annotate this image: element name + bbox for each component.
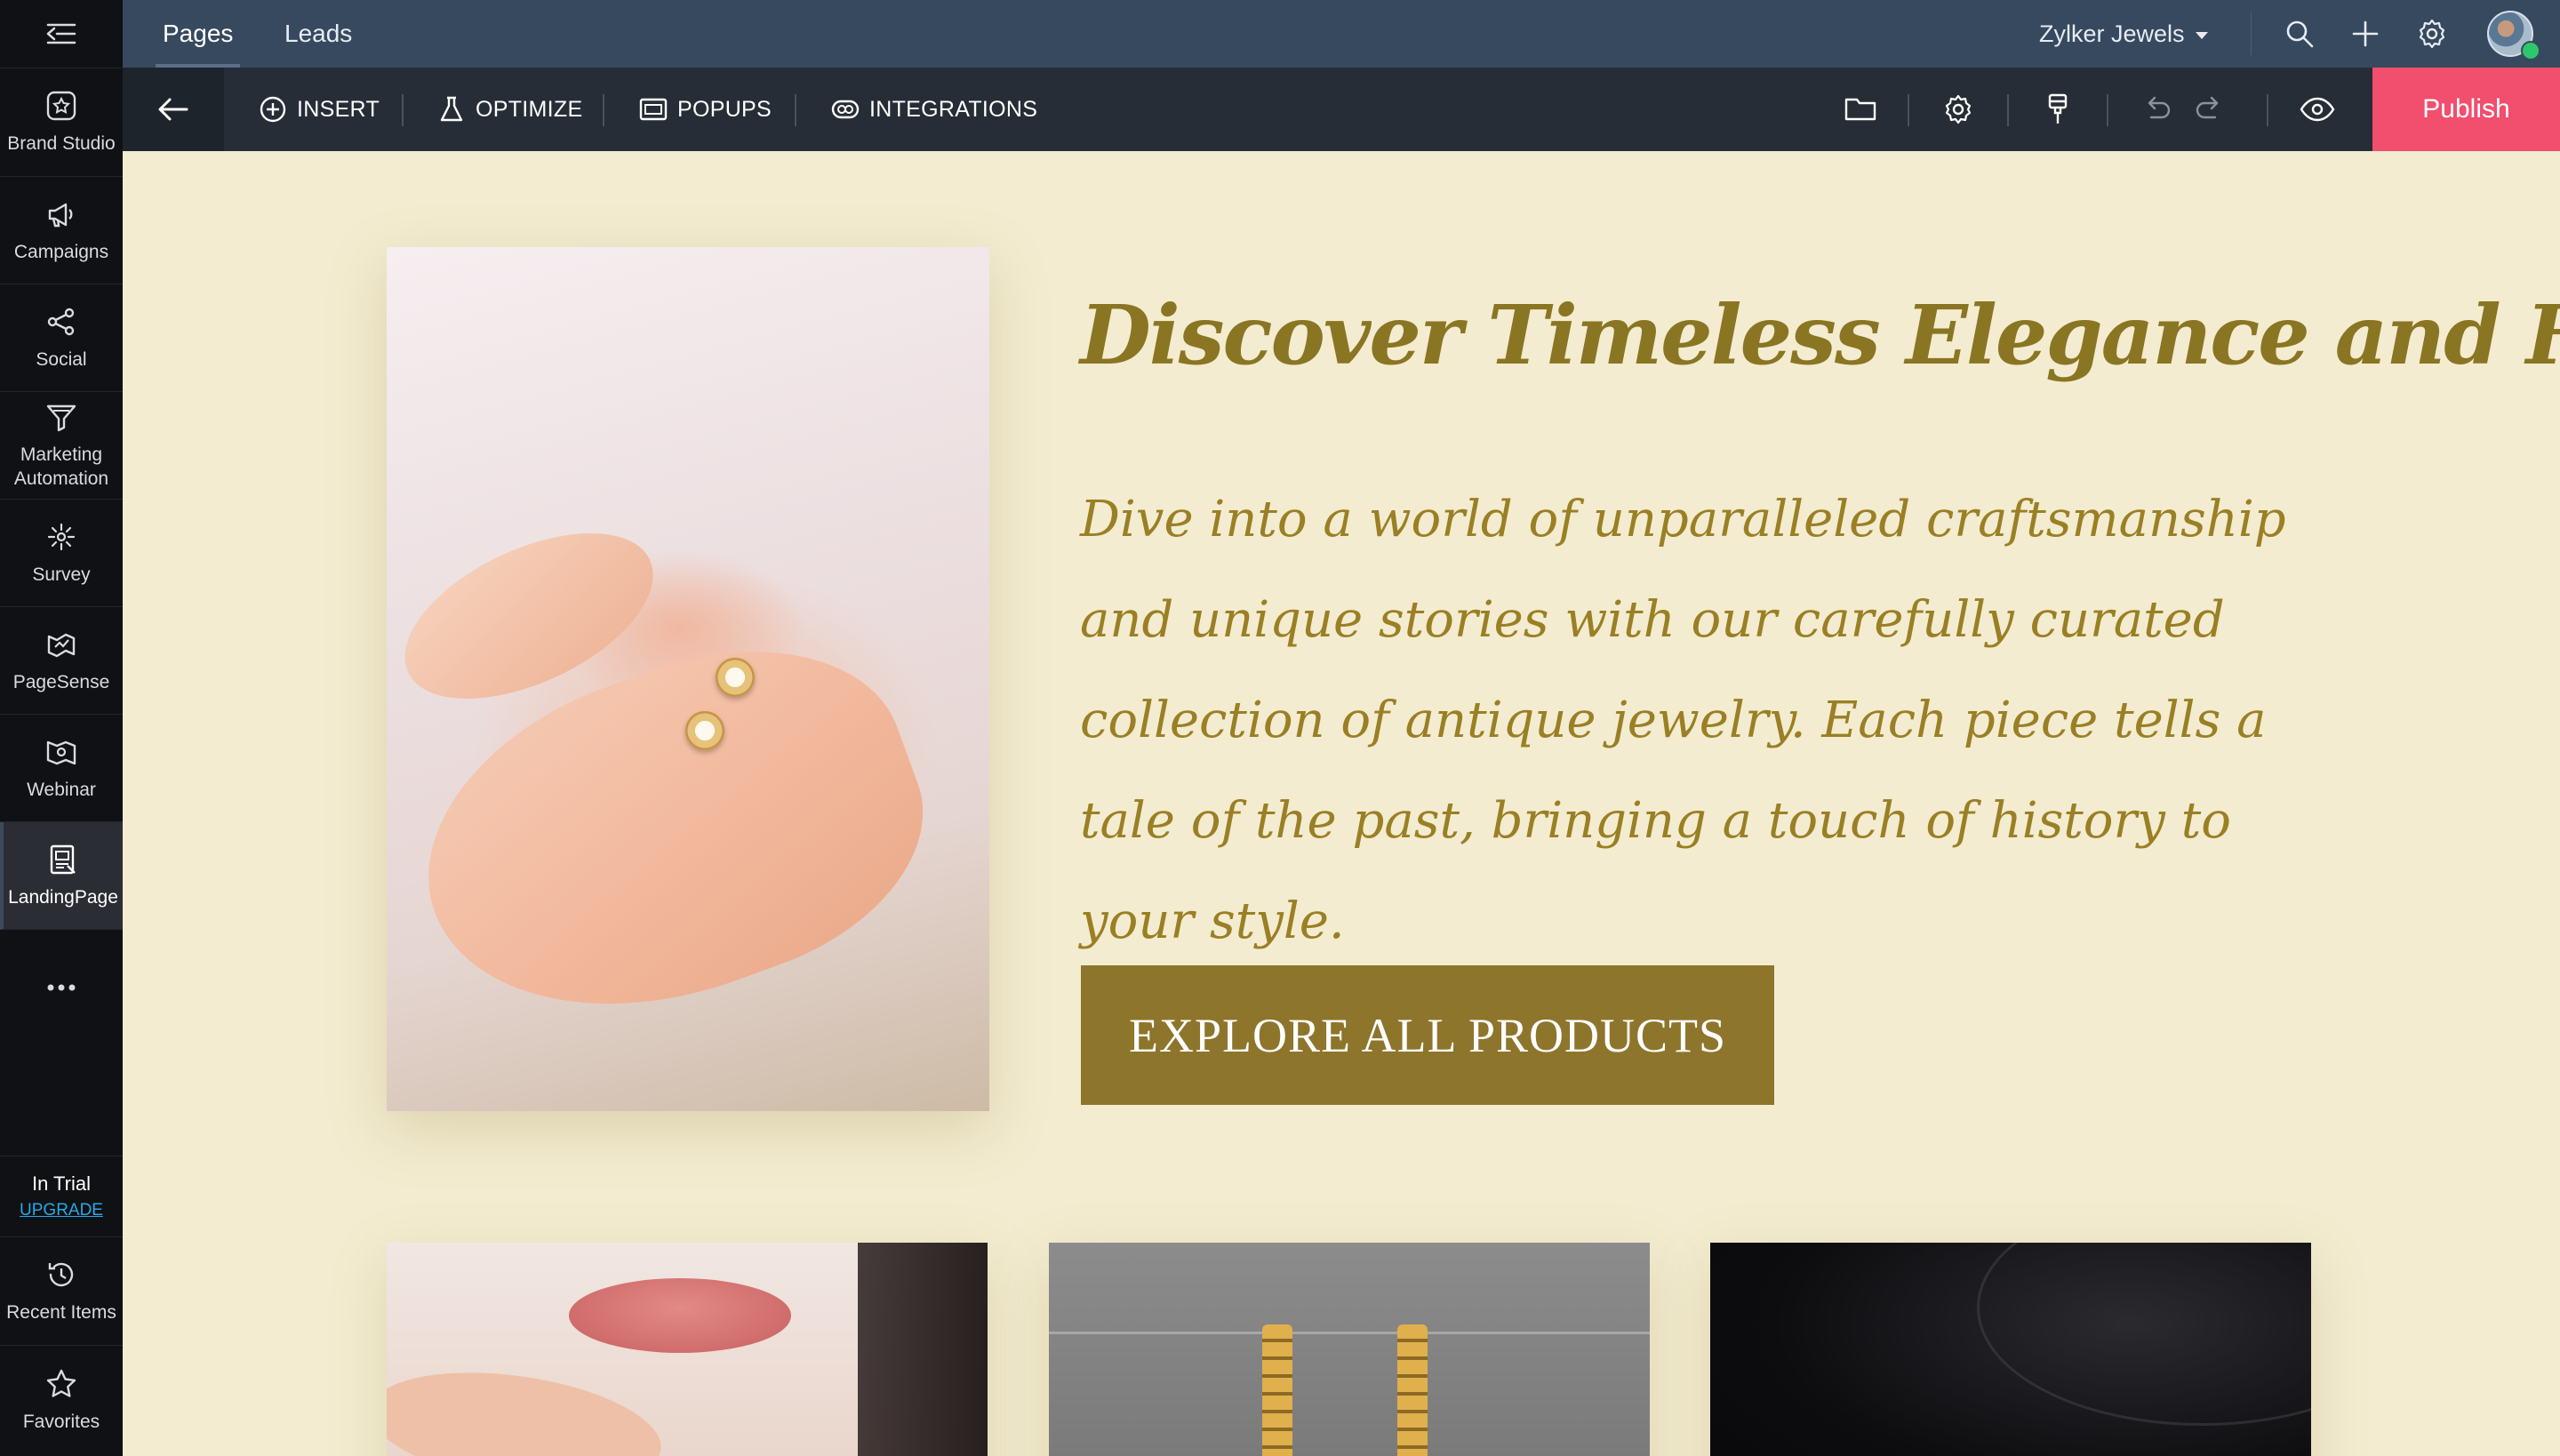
folder-icon[interactable]: [1842, 91, 1879, 128]
back-button[interactable]: [123, 68, 224, 151]
add-icon[interactable]: [2348, 17, 2382, 51]
sidebar-item-survey[interactable]: Survey: [0, 500, 123, 607]
page-settings-icon[interactable]: [1940, 91, 1977, 128]
star-icon: [44, 1367, 78, 1401]
sidebar-item-label: Social: [36, 348, 87, 370]
brand-studio-icon: [44, 89, 78, 123]
toolbar-divider: [1908, 94, 1909, 126]
integrations-button[interactable]: INTEGRATIONS: [830, 68, 1037, 151]
preview-eye-icon[interactable]: [2299, 91, 2336, 128]
toolbar-divider: [402, 94, 404, 126]
lips-shape: [569, 1278, 791, 1353]
sidebar-item-marketing-automation[interactable]: Marketing Automation: [0, 392, 123, 500]
online-status-dot: [2521, 41, 2540, 60]
dark-ring-shape: [1977, 1243, 2311, 1426]
display-wire: [1049, 1332, 1650, 1334]
toolbar-divider: [795, 94, 796, 126]
funnel-icon: [44, 400, 78, 434]
product-image-lips[interactable]: [387, 1243, 988, 1456]
left-sidebar: Brand Studio Campaigns Social Marketing …: [0, 0, 123, 1456]
popup-icon: [639, 98, 668, 121]
upgrade-link[interactable]: UPGRADE: [20, 1201, 103, 1220]
top-header: Pages Leads Zylker Jewels: [123, 0, 2560, 68]
arrow-left-icon: [158, 98, 188, 121]
sidebar-item-label: LandingPage: [8, 886, 118, 908]
org-name: Zylker Jewels: [2039, 20, 2185, 47]
integrations-icon: [831, 100, 860, 119]
sidebar-item-label: Marketing Automation: [13, 444, 109, 489]
toolbar-divider: [2267, 94, 2268, 126]
popups-label: POPUPS: [677, 96, 772, 122]
sidebar-item-recent-items[interactable]: Recent Items: [0, 1237, 123, 1346]
sidebar-item-label: Survey: [32, 564, 91, 585]
tab-pages[interactable]: Pages: [155, 0, 241, 68]
hero-image[interactable]: [387, 247, 989, 1111]
sidebar-item-social[interactable]: Social: [0, 284, 123, 392]
undo-icon[interactable]: [2139, 91, 2176, 128]
sidebar-item-label: Campaigns: [13, 241, 109, 262]
sidebar-item-label: PageSense: [12, 671, 110, 692]
popups-button[interactable]: POPUPS: [638, 68, 772, 151]
tab-leads[interactable]: Leads: [284, 0, 352, 68]
trial-status: In Trial UPGRADE: [0, 1156, 123, 1237]
sidebar-item-label: Brand Studio: [7, 133, 116, 154]
sidebar-item-pagesense[interactable]: PageSense: [0, 607, 123, 715]
publish-button[interactable]: Publish: [2372, 68, 2560, 151]
sidebar-item-campaigns[interactable]: Campaigns: [0, 177, 123, 284]
finger-shape: [387, 1356, 668, 1456]
style-brush-icon[interactable]: [2039, 91, 2076, 128]
toolbar-divider: [603, 94, 604, 126]
settings-gear-icon[interactable]: [2415, 17, 2449, 51]
sidebar-item-label: Favorites: [22, 1411, 100, 1432]
landing-page-icon: [46, 843, 80, 876]
webinar-icon: [44, 735, 78, 769]
product-image-chains[interactable]: [1049, 1243, 1650, 1456]
insert-label: INSERT: [297, 96, 380, 122]
flask-icon: [440, 96, 463, 122]
share-icon: [44, 305, 78, 339]
sidebar-item-favorites[interactable]: Favorites: [0, 1346, 123, 1454]
caret-down-icon: [2195, 32, 2208, 39]
gold-chain: [1262, 1324, 1292, 1456]
menu-collapse-icon: [46, 23, 76, 44]
earring-image: [685, 711, 724, 750]
search-icon[interactable]: [2283, 17, 2316, 51]
more-icon: [47, 984, 76, 991]
plus-circle-icon: [260, 96, 286, 123]
toolbar-divider: [2007, 94, 2009, 126]
gold-chain: [1397, 1324, 1428, 1456]
hero-description[interactable]: Dive into a world of unparalleled crafts…: [1080, 469, 2342, 972]
toolbar-divider: [2107, 94, 2108, 126]
sidebar-item-webinar[interactable]: Webinar: [0, 715, 123, 822]
optimize-button[interactable]: OPTIMIZE: [436, 68, 582, 151]
editor-toolbar: INSERT OPTIMIZE POPUPS INTEGRATIONS Publ…: [123, 68, 2560, 151]
explore-products-button[interactable]: EXPLORE ALL PRODUCTS: [1081, 965, 1774, 1105]
megaphone-icon: [44, 197, 78, 231]
sidebar-item-label: Recent Items: [6, 1302, 116, 1323]
insert-button[interactable]: INSERT: [258, 68, 380, 151]
optimize-label: OPTIMIZE: [476, 96, 583, 122]
product-image-dark[interactable]: [1710, 1243, 2311, 1456]
menu-collapse-button[interactable]: [0, 0, 123, 68]
hero-headline[interactable]: Discover Timeless Elegance and History: [1080, 286, 2560, 384]
sidebar-item-brand-studio[interactable]: Brand Studio: [0, 68, 123, 177]
org-switcher[interactable]: Zylker Jewels: [2039, 0, 2208, 68]
page-canvas: Discover Timeless Elegance and History D…: [123, 151, 2560, 1456]
sidebar-item-label: Webinar: [27, 779, 96, 800]
sidebar-bottom: Recent Items Favorites: [0, 1237, 123, 1454]
integrations-label: INTEGRATIONS: [869, 96, 1038, 122]
trial-label: In Trial: [31, 1172, 92, 1195]
redo-icon[interactable]: [2190, 91, 2228, 128]
header-divider: [2251, 12, 2252, 55]
sidebar-item-landingpage[interactable]: LandingPage: [0, 822, 123, 930]
survey-icon: [44, 520, 78, 554]
hair-shape: [858, 1243, 988, 1456]
pagesense-icon: [44, 628, 78, 661]
more-apps-button[interactable]: [0, 930, 123, 1045]
history-icon: [44, 1258, 78, 1292]
earring-image: [716, 658, 755, 697]
